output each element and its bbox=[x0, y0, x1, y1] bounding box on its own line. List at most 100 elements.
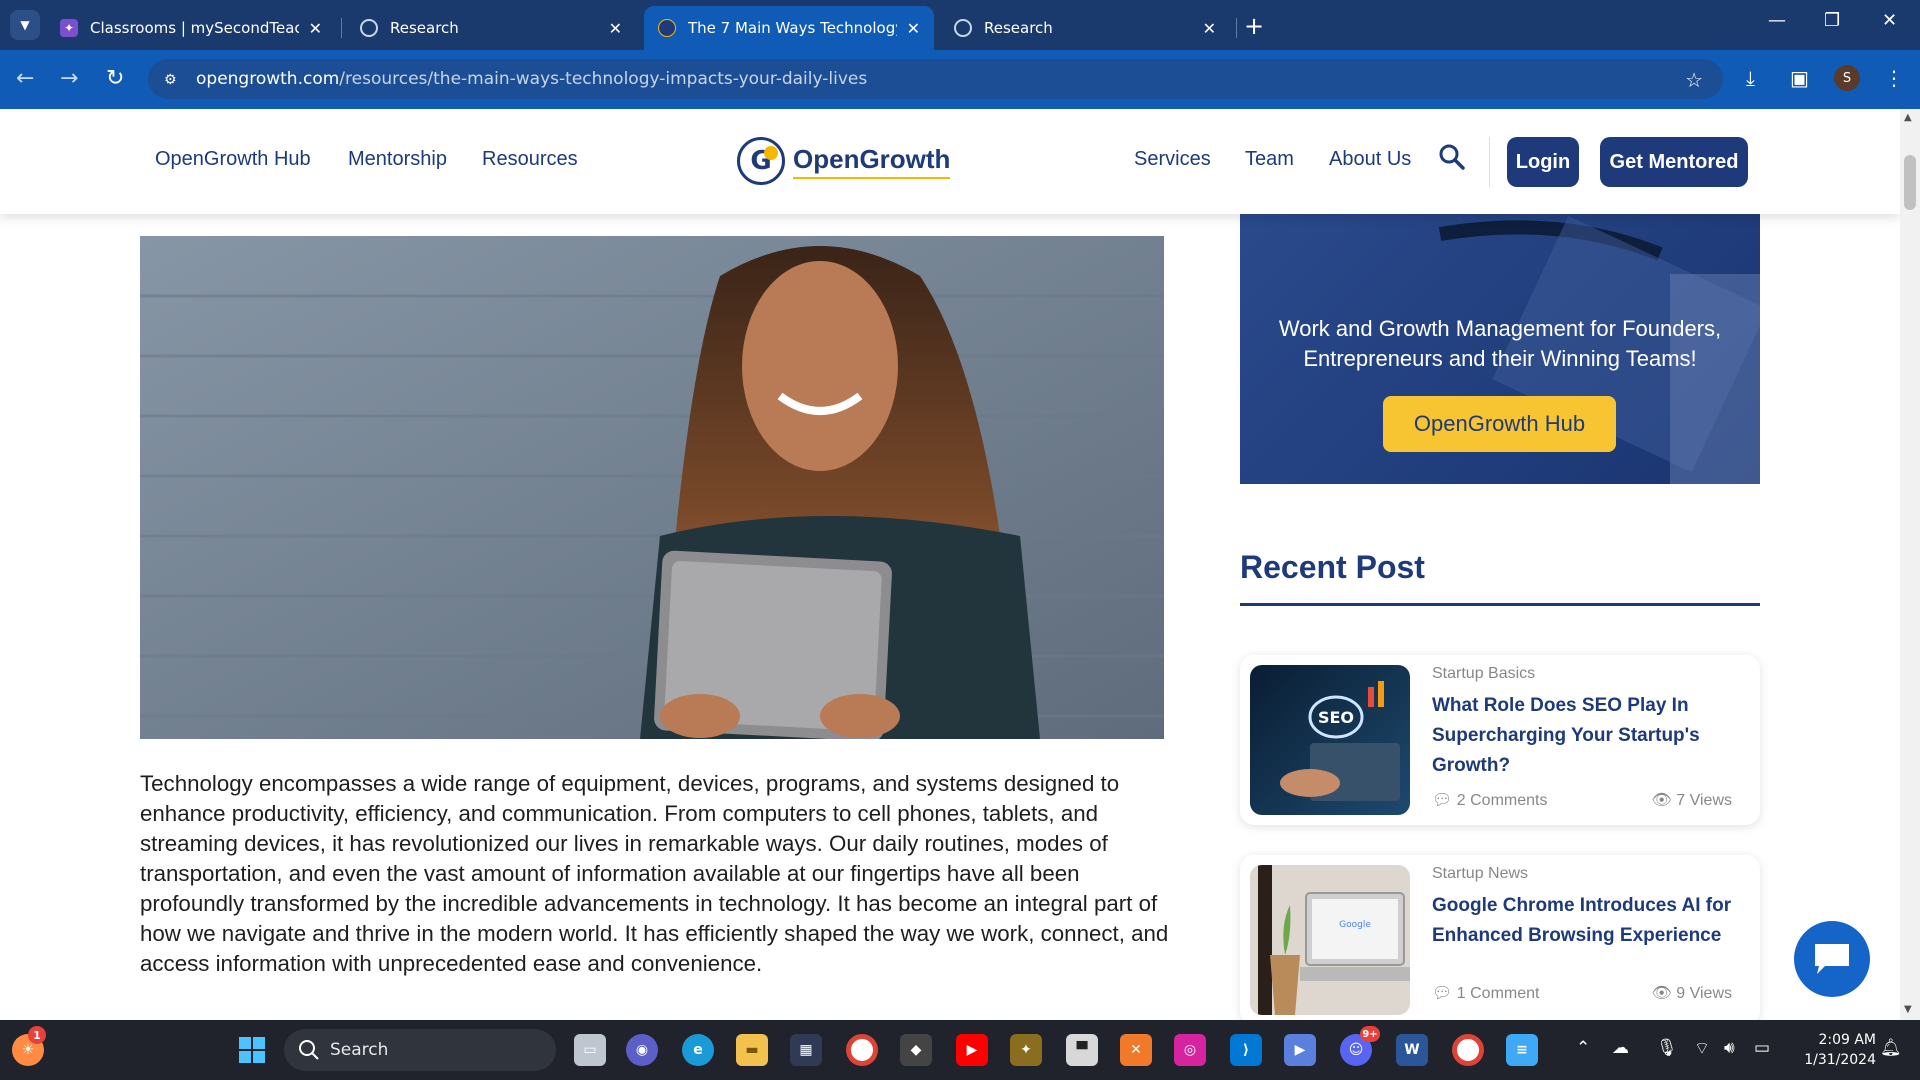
view-count: 9 Views bbox=[1676, 985, 1732, 1002]
post-views: 👁︎ 7 Views bbox=[1652, 790, 1733, 810]
chrome-active-icon[interactable] bbox=[1452, 1034, 1484, 1066]
onedrive-cloud-icon[interactable]: ☁ bbox=[1612, 1038, 1629, 1058]
nav-services[interactable]: Services bbox=[1134, 148, 1211, 171]
view-count: 7 Views bbox=[1676, 792, 1732, 809]
scroll-up-icon[interactable]: ▲ bbox=[1904, 112, 1912, 123]
close-window-icon[interactable]: ✕ bbox=[1882, 10, 1897, 31]
tab-search-dropdown-icon[interactable]: ▼ bbox=[10, 10, 40, 40]
instagram-icon[interactable]: ◎ bbox=[1174, 1034, 1206, 1066]
discord-badge: 9+ bbox=[1360, 1026, 1380, 1042]
address-bar[interactable]: ⚙ opengrowth.com/resources/the-main-ways… bbox=[148, 59, 1723, 99]
mysecondteacher-favicon-icon: ✦ bbox=[60, 19, 78, 37]
globe-icon bbox=[360, 19, 378, 37]
tab-title: Research bbox=[390, 19, 459, 37]
url-domain: opengrowth.com bbox=[196, 69, 340, 89]
chat-icon bbox=[1815, 944, 1849, 974]
logo-emblem-icon: G bbox=[737, 137, 785, 185]
battery-icon[interactable]: ▭ bbox=[1754, 1038, 1770, 1058]
nav-opengrowth-hub[interactable]: OpenGrowth Hub bbox=[155, 148, 311, 171]
page-scrollbar[interactable] bbox=[1900, 109, 1920, 1020]
nav-resources[interactable]: Resources bbox=[482, 148, 578, 171]
close-tab-icon[interactable]: ✕ bbox=[1203, 19, 1216, 38]
vscode-icon[interactable]: ⟩ bbox=[1230, 1034, 1262, 1066]
teams-chat-icon[interactable]: ◉ bbox=[626, 1034, 658, 1066]
tab-technology-article[interactable]: The 7 Main Ways Technology In ✕ bbox=[644, 6, 934, 50]
nav-mentorship[interactable]: Mentorship bbox=[348, 148, 447, 171]
taskbar-clock[interactable]: 2:09 AM 1/31/2024 bbox=[1796, 1030, 1876, 1070]
recent-post-card[interactable]: SEO Startup Basics What Role Does SEO Pl… bbox=[1240, 655, 1760, 825]
logo-wordmark: OpenGrowth bbox=[793, 144, 951, 179]
close-tab-icon[interactable]: ✕ bbox=[907, 19, 920, 38]
tab-research-2[interactable]: Research ✕ bbox=[940, 6, 1230, 50]
comment-count: 2 Comments bbox=[1456, 792, 1548, 809]
file-explorer-icon[interactable]: ▬ bbox=[736, 1034, 768, 1066]
recent-post-card[interactable]: Google Startup News Google Chrome Introd… bbox=[1240, 855, 1760, 1020]
tray-overflow-icon[interactable]: ⌃ bbox=[1576, 1038, 1590, 1058]
site-header: OpenGrowth Hub Mentorship Resources G Op… bbox=[0, 109, 1900, 214]
store-icon[interactable]: ▦ bbox=[790, 1034, 822, 1066]
microphone-icon[interactable]: 🎙︎ bbox=[1656, 1038, 1678, 1058]
forward-icon[interactable]: → bbox=[60, 66, 78, 91]
reload-icon[interactable]: ↻ bbox=[106, 66, 124, 91]
youtube-icon[interactable]: ▶ bbox=[956, 1034, 988, 1066]
browser-toolbar: ← → ↻ ⚙ opengrowth.com/resources/the-mai… bbox=[0, 50, 1920, 109]
profile-avatar[interactable]: S bbox=[1834, 65, 1860, 91]
task-view-icon[interactable]: ▭ bbox=[574, 1034, 606, 1066]
search-icon[interactable] bbox=[1438, 143, 1466, 171]
post-title-link[interactable]: What Role Does SEO Play In Supercharging… bbox=[1432, 691, 1742, 781]
notification-bell-icon[interactable]: 🔔︎ bbox=[1880, 1038, 1902, 1058]
side-panel-icon[interactable]: ▣ bbox=[1790, 66, 1809, 90]
opengrowth-logo[interactable]: G OpenGrowth bbox=[737, 137, 951, 185]
game-icon[interactable]: ✦ bbox=[1010, 1034, 1042, 1066]
tab-research-1[interactable]: Research ✕ bbox=[346, 6, 636, 50]
taskbar-search-placeholder: Search bbox=[330, 1040, 389, 1060]
notepad-icon[interactable]: ≡ bbox=[1506, 1034, 1538, 1066]
start-windows-icon[interactable] bbox=[236, 1034, 268, 1066]
opengrowth-hub-button[interactable]: OpenGrowth Hub bbox=[1383, 396, 1616, 452]
header-divider bbox=[1489, 137, 1490, 187]
edge-icon[interactable]: e bbox=[682, 1034, 714, 1066]
taskbar-search-box[interactable]: Search bbox=[284, 1029, 556, 1071]
volume-icon[interactable]: 🔊︎ bbox=[1724, 1038, 1735, 1058]
car-app-icon[interactable]: ▀ bbox=[1066, 1034, 1098, 1066]
bookmark-star-icon[interactable]: ☆ bbox=[1685, 68, 1703, 92]
clock-date: 1/31/2024 bbox=[1804, 1052, 1876, 1068]
menu-kebab-icon[interactable]: ⋮ bbox=[1884, 66, 1904, 90]
globe-icon bbox=[954, 19, 972, 37]
close-tab-icon[interactable]: ✕ bbox=[609, 19, 622, 38]
heading-underline bbox=[1240, 603, 1760, 606]
word-icon[interactable]: W bbox=[1396, 1034, 1428, 1066]
chrome-icon[interactable] bbox=[846, 1034, 878, 1066]
eye-icon: 👁︎ bbox=[1651, 792, 1677, 809]
nav-about-us[interactable]: About Us bbox=[1329, 148, 1411, 171]
url-text[interactable]: opengrowth.com/resources/the-main-ways-t… bbox=[196, 69, 867, 89]
new-tab-icon[interactable]: + bbox=[1244, 12, 1264, 40]
nav-team[interactable]: Team bbox=[1245, 148, 1294, 171]
wifi-icon[interactable]: ⌔ bbox=[1694, 1038, 1710, 1059]
article-paragraph: Technology encompasses a wide range of e… bbox=[140, 771, 1169, 976]
post-comments: 💬︎ 1 Comment bbox=[1432, 983, 1539, 1003]
comment-icon: 💬︎ bbox=[1432, 985, 1457, 1002]
post-category[interactable]: Startup News bbox=[1432, 865, 1528, 883]
app-icon[interactable]: ▶ bbox=[1284, 1034, 1316, 1066]
post-thumbnail-seo: SEO bbox=[1250, 665, 1410, 815]
back-icon[interactable]: ← bbox=[16, 66, 34, 91]
post-title-link[interactable]: Google Chrome Introduces AI for Enhanced… bbox=[1432, 891, 1742, 951]
restore-icon[interactable]: ❐ bbox=[1824, 10, 1840, 31]
close-tab-icon[interactable]: ✕ bbox=[309, 19, 322, 38]
post-category[interactable]: Startup Basics bbox=[1432, 665, 1535, 683]
site-info-icon[interactable]: ⚙ bbox=[164, 72, 180, 88]
scroll-down-icon[interactable]: ▼ bbox=[1904, 1004, 1912, 1015]
opengrowth-favicon-icon bbox=[658, 19, 676, 37]
comment-icon: 💬︎ bbox=[1432, 792, 1457, 809]
scrollbar-thumb[interactable] bbox=[1904, 155, 1916, 210]
get-mentored-button[interactable]: Get Mentored bbox=[1600, 137, 1748, 187]
tab-classrooms[interactable]: ✦ Classrooms | mySecondTeacher ✕ bbox=[46, 6, 336, 50]
login-button[interactable]: Login bbox=[1507, 137, 1579, 187]
xampp-icon[interactable]: ✕ bbox=[1120, 1034, 1152, 1066]
post-comments: 💬︎ 2 Comments bbox=[1432, 790, 1547, 810]
minimize-icon[interactable]: — bbox=[1768, 10, 1786, 31]
download-icon[interactable]: ⤓ bbox=[1746, 66, 1755, 90]
unity-icon[interactable]: ◆ bbox=[900, 1034, 932, 1066]
chat-widget-button[interactable] bbox=[1794, 921, 1870, 997]
